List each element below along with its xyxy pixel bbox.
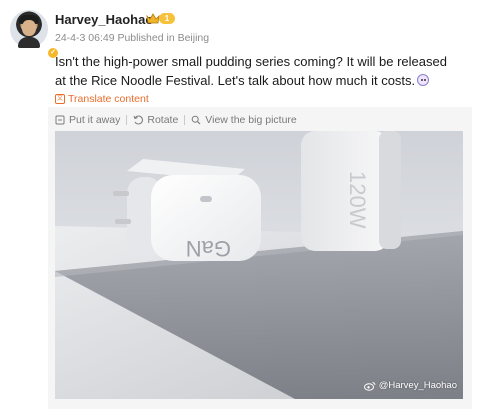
watermark-text: @Harvey_Haohao xyxy=(378,380,457,391)
translate-button[interactable]: 文 Translate content xyxy=(55,93,149,105)
crown-icon xyxy=(146,13,160,24)
collapse-icon xyxy=(55,115,65,125)
weibo-post: ✓ Harvey_Haohao 1 24-4-3 06:49 Published… xyxy=(0,0,480,409)
charger-photo: 120W GaN xyxy=(55,131,463,399)
translate-label: Translate content xyxy=(68,93,149,105)
weibo-logo-icon xyxy=(363,381,376,391)
put-away-label: Put it away xyxy=(69,114,121,126)
toolbar-divider xyxy=(126,115,128,125)
charger-left-label: GaN xyxy=(186,236,231,261)
avatar-body xyxy=(18,37,40,48)
magnify-icon xyxy=(191,115,201,125)
image-toolbar: Put it away Rotate View the big picture xyxy=(55,114,297,126)
username[interactable]: Harvey_Haohao xyxy=(55,12,153,27)
avatar[interactable]: ✓ xyxy=(10,10,59,59)
image-watermark: @Harvey_Haohao xyxy=(363,380,457,391)
avatar-face xyxy=(22,20,36,36)
post-meta: 24-4-3 06:49 Published in Beijing xyxy=(55,32,210,44)
toolbar-divider xyxy=(184,115,186,125)
view-big-picture-label: View the big picture xyxy=(205,114,297,126)
vip-level-badge: 1 xyxy=(159,13,175,24)
put-away-button[interactable]: Put it away xyxy=(55,114,120,126)
rotate-icon xyxy=(133,115,144,125)
rotate-label: Rotate xyxy=(147,114,179,126)
rotate-button[interactable]: Rotate xyxy=(133,114,178,126)
translate-icon: 文 xyxy=(55,94,65,104)
post-text: Isn't the high-power small pudding serie… xyxy=(55,54,447,88)
view-big-picture-button[interactable]: View the big picture xyxy=(191,114,297,126)
post-text-container: Isn't the high-power small pudding serie… xyxy=(55,52,460,90)
emoji-icon xyxy=(417,74,430,86)
charger-right-label: 120W xyxy=(345,171,370,229)
post-image[interactable]: 120W GaN @Harvey_Haohao xyxy=(55,131,463,399)
